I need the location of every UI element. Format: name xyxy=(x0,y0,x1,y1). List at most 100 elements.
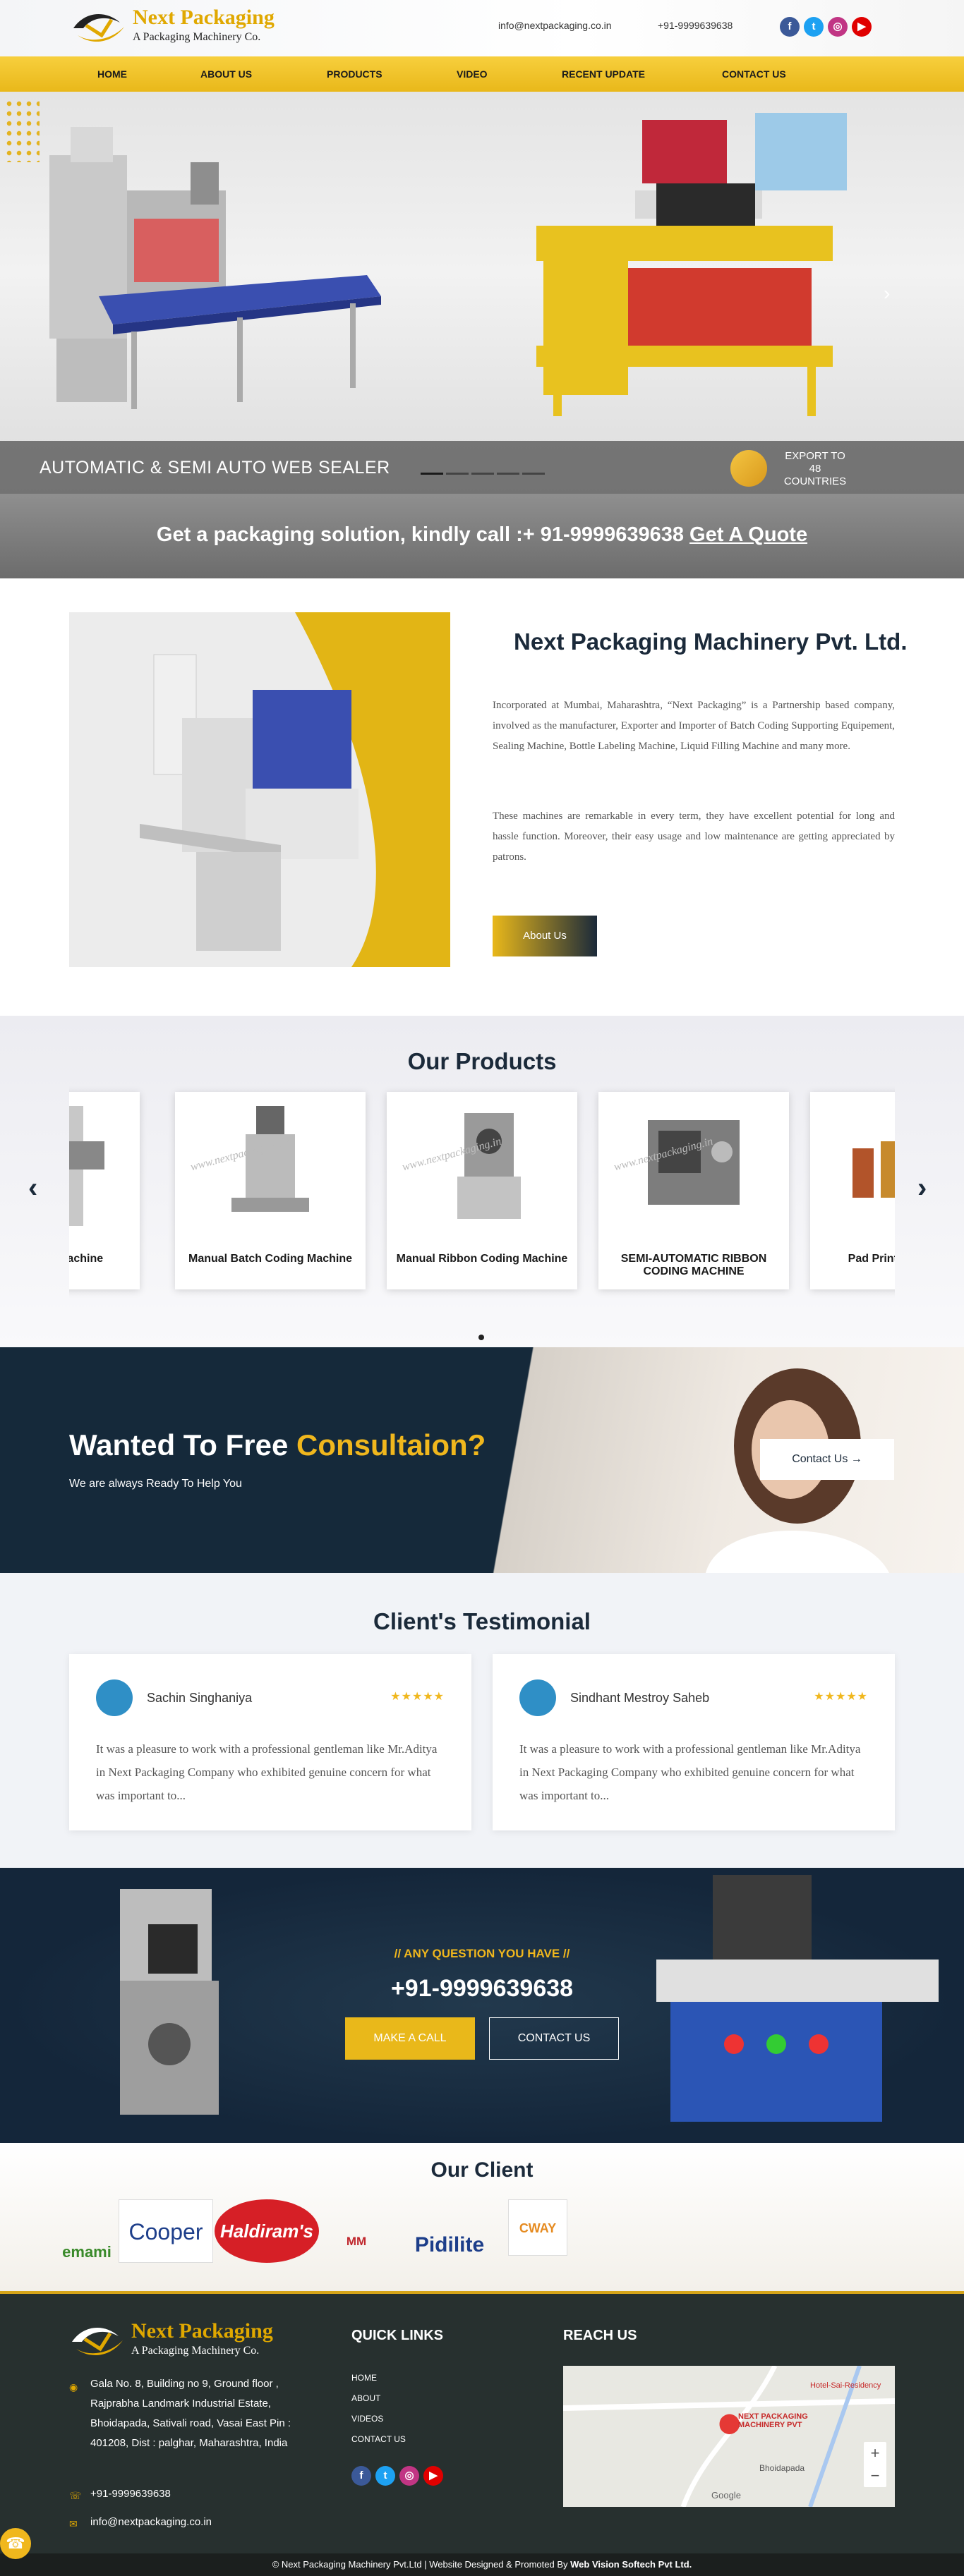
contact-us-outline-button[interactable]: CONTACT US xyxy=(489,2017,619,2060)
slider-dot-4[interactable] xyxy=(497,473,519,475)
consult-title-a: Wanted To Free xyxy=(69,1428,297,1462)
pad-printer-right-image xyxy=(656,1875,939,2122)
get-quote-link[interactable]: Get A Quote xyxy=(689,523,807,546)
product-title: Manual Batch Coding Machine xyxy=(188,1253,352,1265)
export-badge: EXPORT TO 48 COUNTRIES xyxy=(730,444,942,490)
header-phone[interactable]: +91-9999639638 xyxy=(658,20,733,31)
twitter-icon[interactable]: t xyxy=(375,2466,395,2486)
about-machine-image xyxy=(140,612,450,967)
globe-pin-icon xyxy=(730,450,767,487)
main-nav: HOME ABOUT US PRODUCTS VIDEO RECENT UPDA… xyxy=(0,56,964,92)
nav-video[interactable]: VIDEO xyxy=(457,56,488,92)
testimonial-text: It was a pleasure to work with a profess… xyxy=(519,1742,861,1802)
export-label: EXPORT TO 48 COUNTRIES xyxy=(783,450,847,487)
slider-dot-3[interactable] xyxy=(471,473,494,475)
product-card[interactable]: Auger Filling Machine xyxy=(69,1092,140,1289)
product-card[interactable]: Pad Printing Machine xyxy=(810,1092,895,1289)
map-pin-label: NEXT PACKAGING MACHINERY PVT xyxy=(738,2412,808,2429)
map-zoom-controls[interactable]: + − xyxy=(864,2442,886,2487)
client-logo-emami: emami xyxy=(62,2243,112,2261)
products-prev-icon[interactable]: ‹ xyxy=(28,1172,37,1204)
quote-band: Get a packaging solution, kindly call :+… xyxy=(0,494,964,578)
product-card[interactable]: www.nextpackaging.in Manual Batch Coding… xyxy=(175,1092,366,1289)
footer-link-videos[interactable]: VIDEOS xyxy=(351,2414,383,2424)
nav-recent-update[interactable]: RECENT UPDATE xyxy=(562,56,645,92)
slider-dot-2[interactable] xyxy=(446,473,469,475)
testimonial-card: Sindhant Mestroy Saheb ★★★★★ It was a pl… xyxy=(493,1654,895,1830)
youtube-icon[interactable]: ▶ xyxy=(423,2466,443,2486)
product-title: SEMI-AUTOMATIC RIBBON CODING MACHINE xyxy=(620,1253,767,1277)
contact-us-button[interactable]: Contact Us → xyxy=(760,1439,894,1480)
map-pin-icon: ⬤ xyxy=(718,2412,741,2434)
about-image xyxy=(69,612,450,967)
footer-link-contact[interactable]: CONTACT US xyxy=(351,2434,406,2444)
web-sealer-machine-image xyxy=(49,127,381,409)
copyright-link[interactable]: Web Vision Softech Pvt Ltd. xyxy=(570,2559,692,2570)
client-logo-cooper: Cooper xyxy=(119,2199,213,2263)
copyright-bar: © Next Packaging Machinery Pvt.Ltd | Web… xyxy=(0,2553,964,2576)
reviewer-name: Sachin Singhaniya xyxy=(147,1691,253,1705)
footer-logo-tagline: A Packaging Machinery Co. xyxy=(131,2345,260,2357)
about-title: Next Packaging Machinery Pvt. Ltd. xyxy=(514,628,908,655)
clients-section: Our Client emami Cooper Haldiram's MM MI… xyxy=(0,2143,964,2333)
footer-link-home[interactable]: HOME xyxy=(351,2373,377,2383)
nav-products[interactable]: PRODUCTS xyxy=(327,56,382,92)
slider-dot-5[interactable] xyxy=(522,473,545,475)
facebook-icon[interactable]: f xyxy=(351,2466,371,2486)
slider-next-icon[interactable]: › xyxy=(884,282,890,305)
location-icon: ◉ xyxy=(69,2381,78,2393)
consult-subtitle: We are always Ready To Help You xyxy=(69,1478,242,1490)
product-title: Manual Ribbon Coding Machine xyxy=(396,1253,568,1265)
semi-auto-coder-image xyxy=(648,1120,740,1205)
twitter-icon[interactable]: t xyxy=(804,17,824,37)
copyright-text: © Next Packaging Machinery Pvt.Ltd | Web… xyxy=(272,2559,571,2570)
ribbon-coder-image xyxy=(457,1113,521,1219)
coder-machine-left-image xyxy=(120,1889,219,2115)
quote-text: Get a packaging solution, kindly call :+… xyxy=(0,523,964,547)
nav-contact-us[interactable]: CONTACT US xyxy=(722,56,786,92)
make-a-call-button[interactable]: MAKE A CALL xyxy=(345,2017,475,2060)
footer-phone[interactable]: +91-9999639638 xyxy=(90,2484,323,2504)
floating-call-icon[interactable]: ☎ xyxy=(0,2528,31,2559)
product-title: Auger Filling Machine xyxy=(69,1253,104,1265)
products-next-icon[interactable]: › xyxy=(917,1172,927,1204)
reach-us-title: REACH US xyxy=(563,2328,637,2343)
consultation-banner: Wanted To Free Consultaion? We are alway… xyxy=(0,1347,964,1573)
site-logo[interactable]: Next Packaging A Packaging Machinery Co. xyxy=(71,4,303,51)
about-paragraph-2: These machines are remarkable in every t… xyxy=(493,810,895,863)
slider-dot-1[interactable] xyxy=(421,473,443,475)
google-map[interactable]: ⬤ NEXT PACKAGING MACHINERY PVT Hotel-Sai… xyxy=(563,2366,895,2507)
youtube-icon[interactable]: ▶ xyxy=(852,17,872,37)
products-track: Auger Filling Machine www.nextpackaging.… xyxy=(69,1016,895,1347)
nav-about-us[interactable]: ABOUT US xyxy=(200,56,252,92)
testimonials-title: Client's Testimonial xyxy=(373,1608,591,1634)
consult-title-b: Consultaion? xyxy=(296,1428,486,1462)
product-card[interactable]: www.nextpackaging.in Manual Ribbon Codin… xyxy=(387,1092,577,1289)
instagram-icon[interactable]: ◎ xyxy=(399,2466,419,2486)
client-logo-mithaiwala: MM MITHAIWALA xyxy=(320,2235,397,2333)
footer-logo-name: Next Packaging xyxy=(131,2319,273,2343)
testimonial-text: It was a pleasure to work with a profess… xyxy=(96,1742,438,1802)
clients-title: Our Client xyxy=(430,2158,534,2182)
logo-tagline: A Packaging Machinery Co. xyxy=(133,31,261,43)
nav-home[interactable]: HOME xyxy=(97,56,127,92)
footer-link-about[interactable]: ABOUT xyxy=(351,2393,380,2403)
footer-email[interactable]: info@nextpackaging.co.in xyxy=(90,2513,323,2532)
footer-logo[interactable]: Next Packaging A Packaging Machinery Co. xyxy=(69,2318,302,2364)
phone-icon: ☏ xyxy=(69,2490,82,2501)
header-email[interactable]: info@nextpackaging.co.in xyxy=(498,20,612,31)
batch-coder-image xyxy=(231,1106,309,1212)
logo-name: Next Packaging xyxy=(133,6,275,29)
client-logo-cway: CWAY xyxy=(508,2199,567,2256)
client-logo-haldirams: Haldiram's xyxy=(215,2199,319,2263)
products-dot[interactable] xyxy=(478,1335,484,1340)
product-card[interactable]: www.nextpackaging.in SEMI-AUTOMATIC RIBB… xyxy=(598,1092,789,1289)
about-us-button[interactable]: About Us xyxy=(493,916,597,956)
facebook-icon[interactable]: f xyxy=(780,17,800,37)
star-rating: ★★★★★ xyxy=(814,1691,868,1703)
map-place-label: Bhoidapada xyxy=(759,2463,805,2473)
logo-mark-icon xyxy=(73,14,124,42)
avatar xyxy=(519,1679,556,1716)
instagram-icon[interactable]: ◎ xyxy=(828,17,848,37)
quick-links-title: QUICK LINKS xyxy=(351,2328,443,2343)
